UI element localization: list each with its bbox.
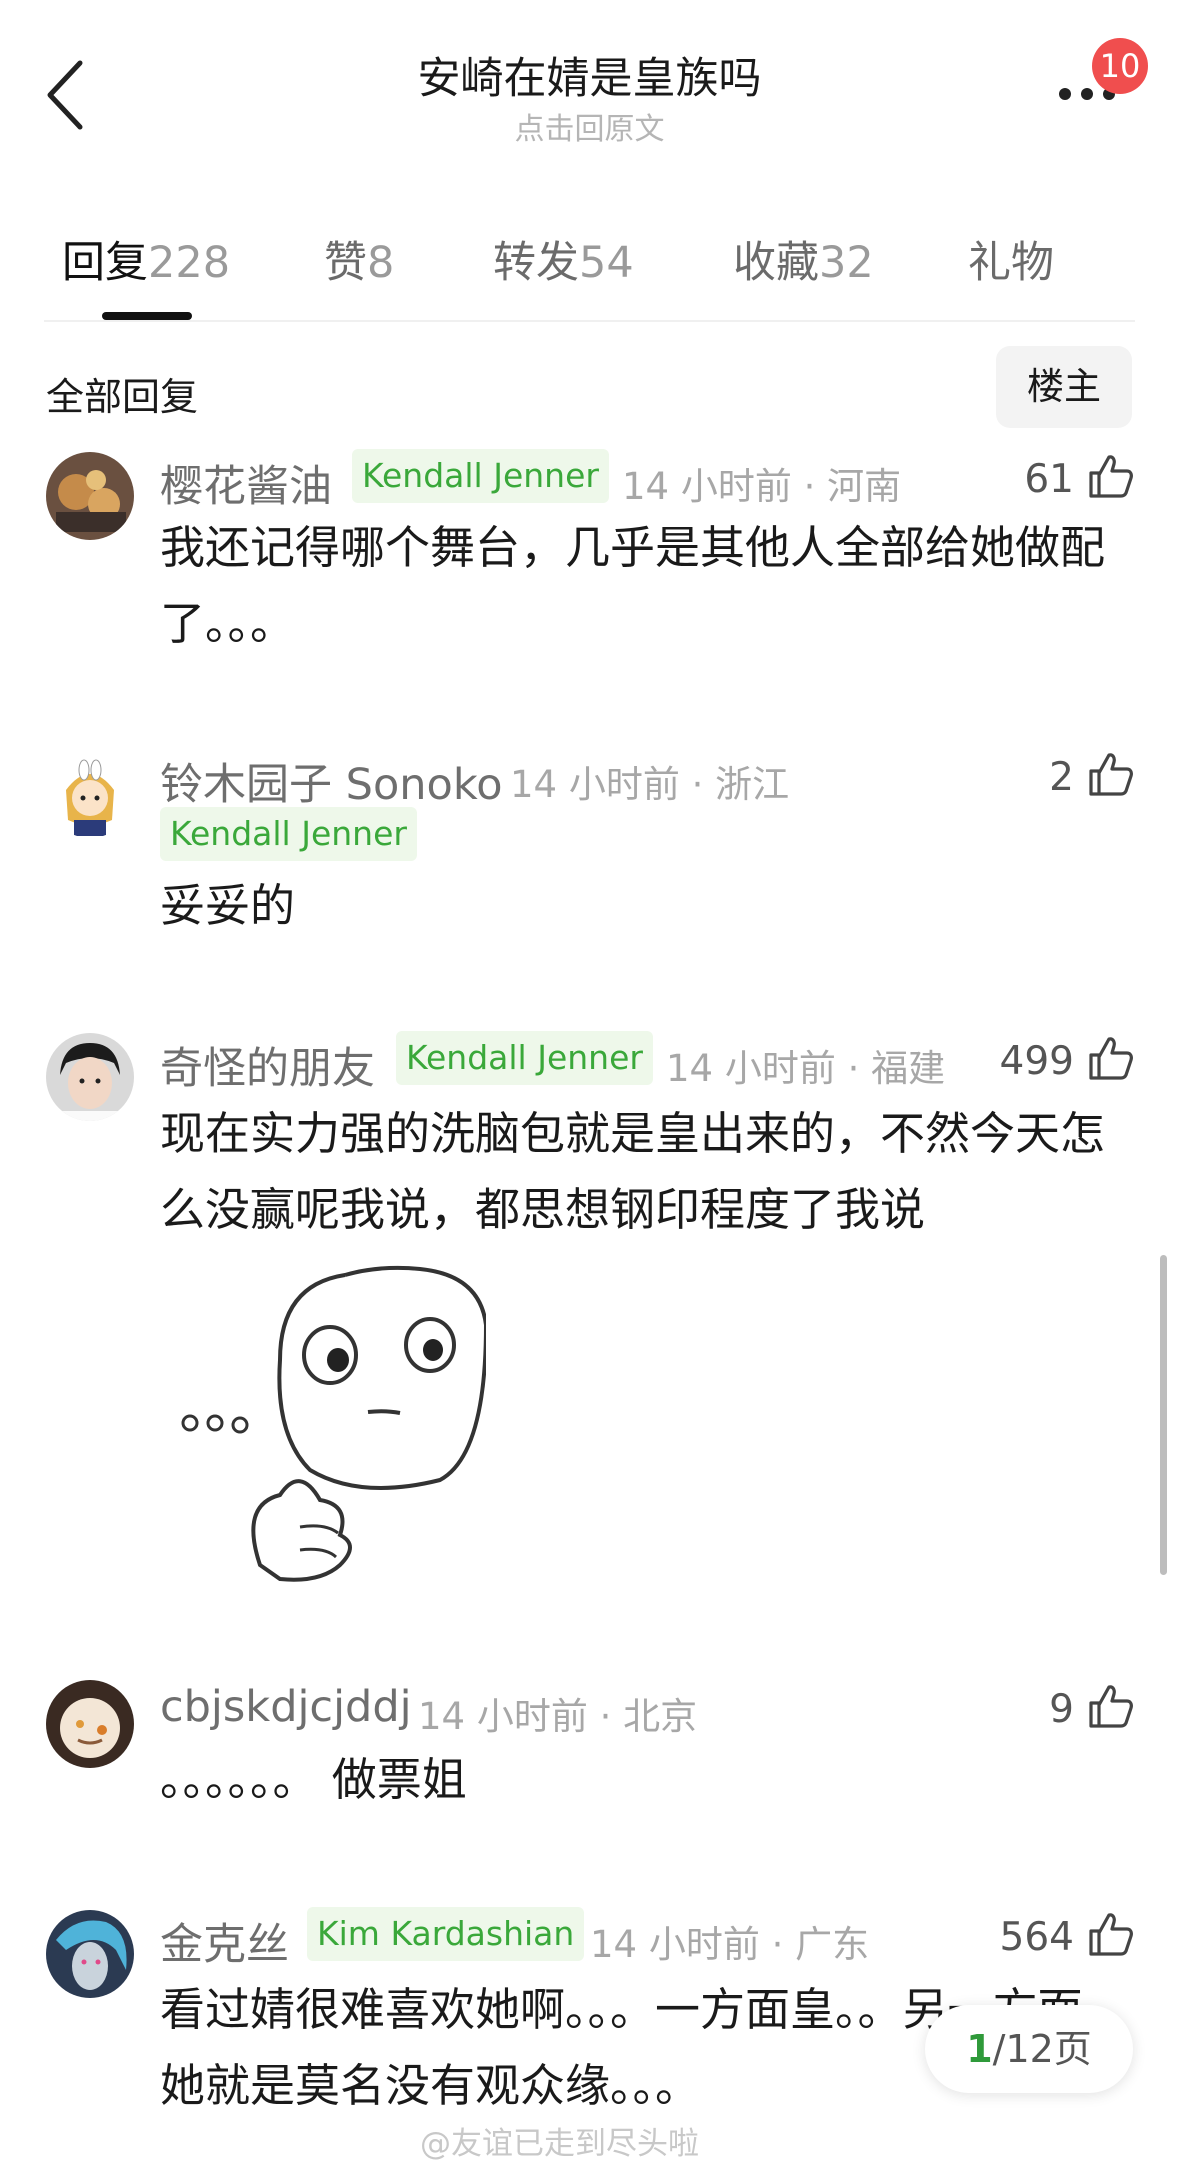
section-title: 全部回复 — [46, 375, 199, 419]
op-filter-button[interactable]: 楼主 — [996, 346, 1132, 428]
comment-text: 。。。。。。 做票姐 — [160, 1753, 467, 1806]
divider — [44, 320, 1135, 322]
user-tag: Kendall Jenner — [396, 1031, 653, 1085]
like-count: 499 — [999, 1039, 1074, 1084]
scrollbar[interactable] — [1160, 1255, 1167, 1575]
back-to-original-link[interactable]: 点击回原文 — [0, 104, 1179, 148]
comment-meta: 14 小时前 · 北京 — [418, 1695, 698, 1738]
tab-replies[interactable]: 回复228 — [62, 228, 230, 290]
thumbs-up-icon[interactable] — [1085, 451, 1135, 501]
avatar[interactable] — [46, 750, 134, 838]
tab-count: 8 — [367, 238, 395, 288]
avatar[interactable] — [46, 1033, 134, 1121]
like-count: 61 — [1024, 457, 1074, 502]
thumbs-up-icon[interactable] — [1085, 1033, 1135, 1083]
tab-likes[interactable]: 赞8 — [324, 228, 394, 290]
watermark: @友谊已走到尽头啦 — [420, 2126, 699, 2162]
tab-count: 32 — [819, 238, 874, 288]
tab-count: 54 — [579, 238, 634, 288]
thinking-meme-image[interactable] — [160, 1265, 486, 1583]
tab-count: 228 — [148, 238, 231, 288]
like-count: 2 — [1049, 755, 1074, 800]
page-title: 安崎在婧是皇族吗 — [417, 54, 762, 104]
thumbs-up-icon[interactable] — [1085, 749, 1135, 799]
comment-meta: 14 小时前 · 浙江 — [510, 763, 790, 806]
avatar[interactable] — [46, 1680, 134, 1768]
avatar[interactable] — [46, 1910, 134, 1998]
page-indicator[interactable]: 1/12页 — [925, 2005, 1133, 2093]
current-page: 1 — [966, 2027, 993, 2071]
tab-gifts[interactable]: 礼物 — [968, 228, 1054, 290]
comment-meta: 14 小时前 · 福建 — [666, 1047, 946, 1090]
tab-label: 礼物 — [968, 238, 1054, 288]
active-tab-indicator — [102, 312, 192, 320]
tab-label: 赞 — [324, 238, 367, 288]
username[interactable]: 铃木园子 Sonoko — [160, 750, 503, 812]
like-count: 564 — [999, 1915, 1074, 1960]
avatar[interactable] — [46, 452, 134, 540]
tab-label: 转发 — [493, 238, 579, 288]
username[interactable]: 金克丝 — [160, 1910, 289, 1972]
username[interactable]: cbjskdjcjddj — [160, 1682, 412, 1732]
thumbs-up-icon[interactable] — [1085, 1681, 1135, 1731]
comment-text: 妥妥的 — [160, 879, 296, 932]
user-tag: Kendall Jenner — [352, 449, 609, 503]
comment-text: 我还记得哪个舞台，几乎是其他人全部给她做配了。。。 — [160, 521, 1106, 650]
user-tag: Kendall Jenner — [160, 807, 417, 861]
tab-favorites[interactable]: 收藏32 — [733, 228, 874, 290]
comment-meta: 14 小时前 · 河南 — [622, 465, 902, 508]
comment-text: 现在实力强的洗脑包就是皇出来的，不然今天怎么没赢呢我说，都思想钢印程度了我说 — [160, 1107, 1106, 1236]
username[interactable]: 奇怪的朋友 — [160, 1034, 375, 1096]
comment-meta: 14 小时前 · 广东 — [590, 1923, 870, 1966]
notification-badge: 10 — [1092, 38, 1148, 94]
tab-label: 收藏 — [733, 238, 819, 288]
username[interactable]: 樱花酱油 — [160, 452, 332, 514]
user-tag: Kim Kardashian — [307, 1907, 585, 1961]
thumbs-up-icon[interactable] — [1085, 1909, 1135, 1959]
tab-label: 回复 — [62, 238, 148, 288]
total-pages: /12页 — [992, 2027, 1092, 2071]
like-count: 9 — [1049, 1687, 1074, 1732]
tab-reposts[interactable]: 转发54 — [493, 228, 634, 290]
